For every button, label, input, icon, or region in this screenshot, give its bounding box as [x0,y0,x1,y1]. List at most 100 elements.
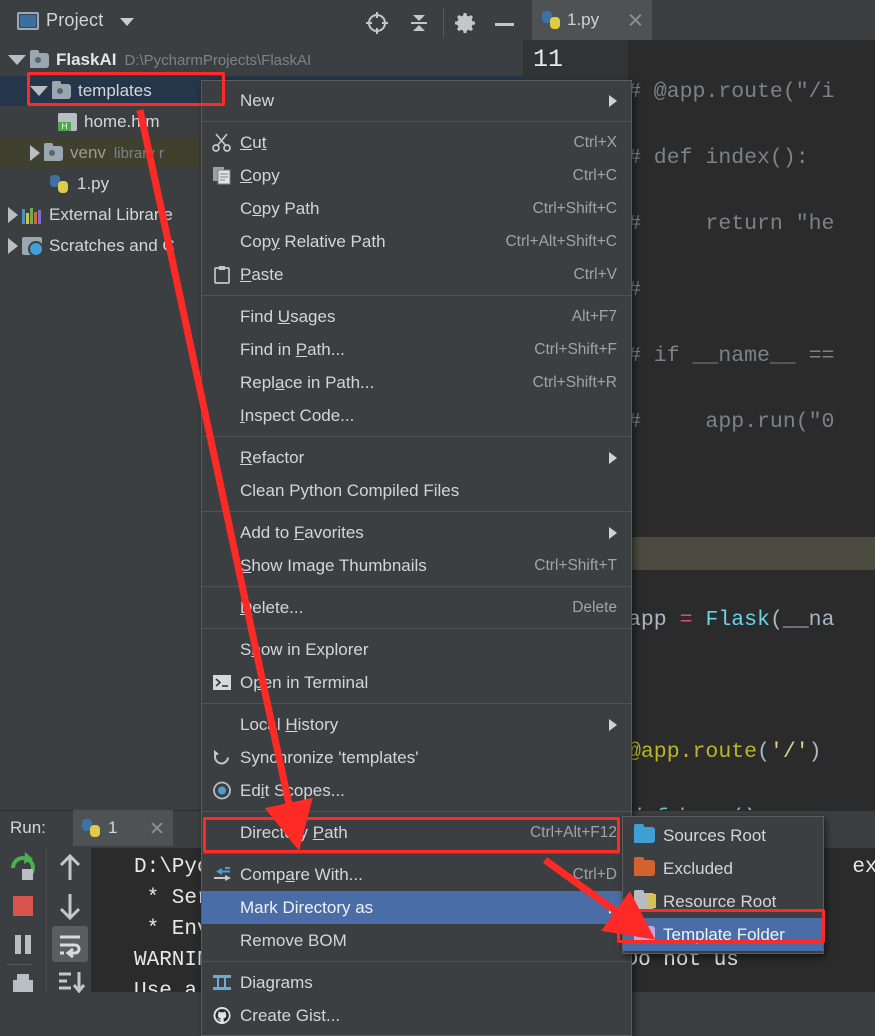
copy-icon [212,166,232,185]
down-arrow-icon[interactable] [52,888,88,924]
tree-item-label: 1.py [77,174,110,193]
menu-item-clean-python-compiled-files[interactable]: Clean Python Compiled Files [202,474,631,507]
scroll-to-end-icon[interactable] [52,964,88,1000]
close-icon[interactable] [150,821,164,835]
python-file-icon [50,174,70,194]
up-arrow-icon[interactable] [52,850,88,886]
menu-item-find-in-path[interactable]: Find in Path... Ctrl+Shift+F [202,333,631,366]
diagrams-icon [212,973,232,992]
menu-separator [202,628,631,629]
menu-item-label: New [240,90,275,110]
menu-item-add-to-favorites[interactable]: Add to Favorites [202,516,631,549]
minimize-icon[interactable] [492,10,518,36]
context-menu[interactable]: New Cut Ctrl+X Copy Ctrl+C Copy Path Ctr… [201,80,632,1036]
scissors-icon [212,133,232,152]
menu-item-show-image-thumbnails[interactable]: Show Image Thumbnails Ctrl+Shift+T [202,549,631,582]
menu-item-label: Create Gist... [240,1005,341,1025]
run-tab-1[interactable]: 1 [73,810,173,846]
menu-item-diagrams[interactable]: Diagrams [202,966,631,999]
menu-item-label: Clean Python Compiled Files [240,480,460,500]
menu-separator [202,586,631,587]
python-file-icon [82,818,102,838]
mark-directory-as-submenu[interactable]: Sources Root Excluded Resource Root Temp… [622,816,824,954]
menu-item-remove-bom[interactable]: Remove BOM [202,924,631,957]
menu-item-copy-relative-path[interactable]: Copy Relative Path Ctrl+Alt+Shift+C [202,225,631,258]
locate-icon[interactable] [364,10,390,36]
menu-item-compare-with[interactable]: Compare With... Ctrl+D [202,858,631,891]
menu-separator [202,511,631,512]
editor-tab-label: 1.py [567,10,600,29]
tree-item-label: FlaskAI [56,50,117,69]
pause-icon[interactable] [5,926,41,962]
chevron-right-icon [609,718,617,731]
run-toolbar-right [46,848,91,994]
menu-item-edit-scopes[interactable]: Edit Scopes... [202,774,631,807]
print-icon[interactable] [5,968,41,1004]
submenu-item-resource-root[interactable]: Resource Root [623,885,823,918]
chevron-right-icon[interactable] [8,238,18,254]
menu-item-mark-directory-as[interactable]: Mark Directory as [202,891,631,924]
menu-item-new[interactable]: New [202,84,631,117]
menu-item-refactor[interactable]: Refactor [202,441,631,474]
chevron-right-icon [609,451,617,464]
menu-item-directory-path[interactable]: Directory Path Ctrl+Alt+F12 [202,816,631,849]
menu-separator [202,436,631,437]
menu-item-label: Mark Directory as [240,897,374,917]
settings-gear-icon[interactable] [452,10,478,36]
close-icon[interactable] [628,12,643,27]
submenu-item-template-folder[interactable]: Template Folder [623,918,823,951]
menu-item-shortcut: Ctrl+V [573,265,618,283]
project-toolwindow-title[interactable]: Project [46,10,103,31]
editor-tab-1py[interactable]: 1.py [532,0,652,43]
soft-wrap-icon[interactable] [52,926,88,962]
library-icon [22,207,42,224]
editor-code-area[interactable]: # @app.route("/i # def index(): # return… [628,40,875,813]
scratches-icon [22,237,44,257]
submenu-item-excluded[interactable]: Excluded [623,852,823,885]
tree-item-flaskai[interactable]: FlaskAI D:\PycharmProjects\FlaskAI [0,45,531,75]
submenu-item-sources-root[interactable]: Sources Root [623,819,823,852]
menu-separator [202,121,631,122]
chevron-right-icon [609,94,617,107]
menu-item-show-in-explorer[interactable]: Show in Explorer [202,633,631,666]
tree-item-label: Scratches and C [49,236,175,255]
submenu-item-label: Excluded [663,858,733,878]
submenu-item-label: Resource Root [663,891,777,911]
menu-item-shortcut: Alt+F7 [571,307,617,325]
stop-icon[interactable] [5,888,41,924]
menu-item-open-in-terminal[interactable]: Open in Terminal [202,666,631,699]
folder-icon [634,857,655,876]
chevron-down-icon[interactable] [120,18,134,26]
tree-item-path: D:\PycharmProjects\FlaskAI [124,51,312,69]
menu-item-cut[interactable]: Cut Ctrl+X [202,126,631,159]
python-file-icon [542,10,562,30]
rerun-icon[interactable] [5,850,41,886]
terminal-icon [212,673,232,692]
collapse-all-icon[interactable] [406,10,432,36]
menu-item-shortcut: Ctrl+Shift+T [534,556,617,574]
menu-item-create-gist[interactable]: Create Gist... [202,999,631,1032]
menu-item-delete[interactable]: Delete... Delete [202,591,631,624]
menu-item-copy-path[interactable]: Copy Path Ctrl+Shift+C [202,192,631,225]
chevron-down-icon[interactable] [8,55,26,65]
menu-item-replace-in-path[interactable]: Replace in Path... Ctrl+Shift+R [202,366,631,399]
run-tab-label: 1 [108,818,118,837]
menu-item-find-usages[interactable]: Find Usages Alt+F7 [202,300,631,333]
menu-item-local-history[interactable]: Local History [202,708,631,741]
compare-icon [212,865,232,884]
menu-separator [202,295,631,296]
chevron-right-icon[interactable] [30,145,40,161]
menu-item-synchronize-templates[interactable]: Synchronize 'templates' [202,741,631,774]
menu-item-label: Remove BOM [240,930,347,950]
chevron-down-icon[interactable] [30,86,48,96]
resource-marker-icon [647,894,656,908]
menu-item-paste[interactable]: Paste Ctrl+V [202,258,631,291]
chevron-right-icon[interactable] [8,207,18,223]
menu-item-shortcut: Ctrl+X [573,133,618,151]
line-number-label: 11 [533,45,564,74]
menu-item-label: Diagrams [240,972,313,992]
menu-item-copy[interactable]: Copy Ctrl+C [202,159,631,192]
menu-item-inspect-code[interactable]: Inspect Code... [202,399,631,432]
project-toolwindow-header: Project [0,0,523,46]
menu-item-shortcut: Ctrl+Shift+C [532,199,617,217]
